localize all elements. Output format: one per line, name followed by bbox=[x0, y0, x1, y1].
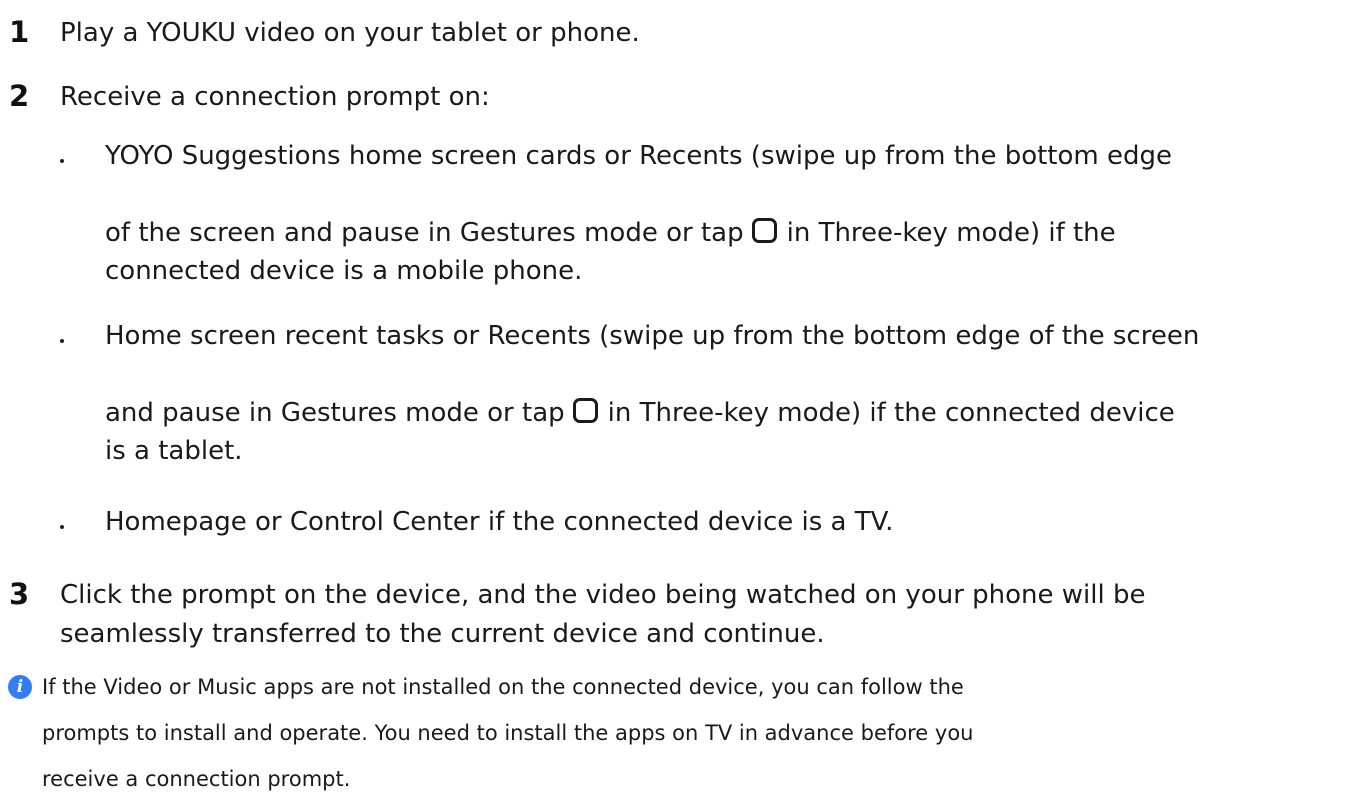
note-text-line: prompts to install and operate. You need… bbox=[42, 721, 974, 745]
bullet-text-line: Homepage or Control Center if the connec… bbox=[105, 507, 894, 537]
bullet-text-segment: in Three-key mode) if the connected devi… bbox=[607, 398, 1175, 428]
bullet-dot bbox=[60, 339, 64, 343]
step-text: Play a YOUKU video on your tablet or pho… bbox=[60, 18, 640, 48]
step-number: 1 bbox=[9, 15, 30, 49]
step-text-line: Click the prompt on the device, and the … bbox=[60, 580, 1146, 610]
bullet-dot bbox=[60, 525, 64, 529]
bullet-dot bbox=[60, 159, 64, 163]
recents-square-icon bbox=[572, 398, 598, 423]
note-text-line: receive a connection prompt. bbox=[42, 767, 351, 791]
step-number: 2 bbox=[9, 79, 30, 113]
bullet-text-line: is a tablet. bbox=[105, 436, 243, 466]
step-text: Receive a connection prompt on: bbox=[60, 82, 490, 112]
note-text-line: If the Video or Music apps are not insta… bbox=[42, 675, 964, 699]
bullet-text-line: connected device is a mobile phone. bbox=[105, 256, 583, 286]
bullet-text-segment: of the screen and pause in Gestures mode… bbox=[105, 218, 744, 248]
bullet-text-segment: and pause in Gestures mode or tap bbox=[105, 398, 565, 428]
bullet-text-segment: in Three-key mode) if the bbox=[786, 218, 1116, 248]
step-text-line: seamlessly transferred to the current de… bbox=[60, 619, 825, 649]
bullet-text-line: of the screen and pause in Gestures mode… bbox=[105, 218, 1116, 246]
bullet-text-line: YOYO Suggestions home screen cards or Re… bbox=[105, 141, 1173, 171]
recents-square-icon bbox=[751, 218, 777, 243]
bullet-text-line: Home screen recent tasks or Recents (swi… bbox=[105, 321, 1200, 351]
bullet-text-line: and pause in Gestures mode or tap in Thre… bbox=[105, 398, 1175, 426]
info-icon: i bbox=[8, 675, 32, 699]
step-number: 3 bbox=[9, 577, 30, 611]
